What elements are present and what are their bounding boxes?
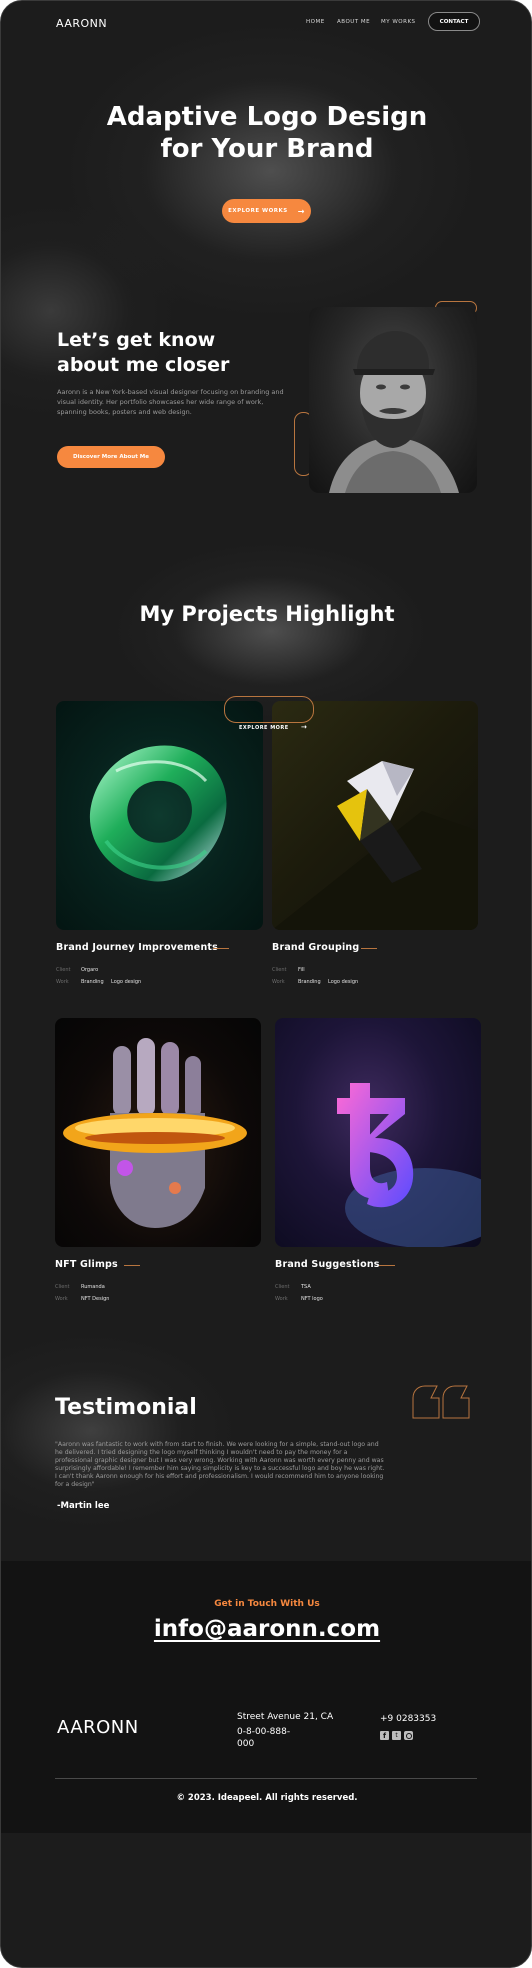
client-value-2: Fill bbox=[298, 967, 305, 973]
footer-logo[interactable]: AARONN bbox=[57, 1717, 139, 1738]
projects-glow bbox=[111, 541, 431, 721]
arrow-right-icon: → bbox=[297, 206, 305, 216]
arrow-right-icon: → bbox=[300, 723, 308, 731]
project-image-2[interactable] bbox=[272, 701, 478, 930]
work-value-2a: Branding bbox=[298, 979, 321, 985]
work-value-1b: Logo design bbox=[111, 979, 142, 985]
discover-more-button[interactable]: Discover More About Me bbox=[57, 446, 165, 468]
neon-symbol-artwork bbox=[337, 1083, 481, 1247]
work-label-4: Work bbox=[275, 1296, 288, 1302]
green-ring-artwork bbox=[89, 745, 227, 882]
project-title-4[interactable]: Brand Suggestions bbox=[275, 1259, 380, 1270]
copyright: © 2023. Ideapeel. All rights reserved. bbox=[176, 1793, 358, 1803]
client-label-1: Client bbox=[56, 967, 71, 973]
social-icons: f t bbox=[380, 1731, 413, 1741]
project-title-2[interactable]: Brand Grouping bbox=[272, 942, 359, 953]
footer: Get in Touch With Us info@aaronn.com AAR… bbox=[1, 1561, 531, 1833]
facebook-icon[interactable]: f bbox=[380, 1731, 389, 1740]
navbar: AARONN HOME ABOUT ME MY WORKS CONTACT bbox=[1, 1, 531, 45]
yellow-shard-artwork bbox=[272, 761, 478, 930]
chrome-hand-artwork bbox=[63, 1038, 247, 1228]
projects-title: My Projects Highlight bbox=[139, 602, 395, 626]
contact-kicker: Get in Touch With Us bbox=[214, 1599, 320, 1609]
nav-link-about[interactable]: ABOUT ME bbox=[337, 19, 370, 25]
work-label-1: Work bbox=[56, 979, 69, 985]
explore-more-label: EXPLORE MORE bbox=[239, 725, 289, 731]
explore-more-link[interactable]: EXPLORE MORE → bbox=[239, 723, 307, 731]
hero-title-line1: Adaptive Logo Design bbox=[106, 102, 428, 132]
work-label-2: Work bbox=[272, 979, 285, 985]
explore-works-label: EXPLORE WORKS bbox=[228, 208, 288, 214]
client-label-3: Client bbox=[55, 1284, 70, 1290]
logo[interactable]: AARONN bbox=[56, 17, 107, 30]
project-title-accent-4 bbox=[379, 1265, 395, 1266]
testimonial-author: -Martin lee bbox=[57, 1501, 110, 1511]
page: AARONN HOME ABOUT ME MY WORKS CONTACT Ad… bbox=[0, 0, 532, 1968]
work-label-3: Work bbox=[55, 1296, 68, 1302]
testimonial-title: Testimonial bbox=[55, 1395, 197, 1420]
project-image-4[interactable] bbox=[275, 1018, 481, 1247]
project-image-3[interactable] bbox=[55, 1018, 261, 1247]
contact-button[interactable]: CONTACT bbox=[428, 12, 480, 31]
contact-email-link[interactable]: info@aaronn.com bbox=[1, 1616, 531, 1642]
about-description: Aaronn is a New York-based visual design… bbox=[57, 388, 284, 416]
project-title-1[interactable]: Brand Journey Improvements bbox=[56, 942, 218, 953]
nav-link-works[interactable]: MY WORKS bbox=[381, 19, 416, 25]
work-value-2b: Logo design bbox=[328, 979, 359, 985]
about-title-line2: about me closer bbox=[57, 354, 230, 376]
portrait-illustration bbox=[329, 331, 459, 493]
footer-phone-intl: +9 0283353 bbox=[380, 1714, 437, 1724]
portrait-photo bbox=[309, 307, 477, 493]
work-value-4: NFT logo bbox=[301, 1296, 323, 1302]
client-value-1: Orgaro bbox=[81, 967, 99, 973]
explore-works-button[interactable]: EXPLORE WORKS → bbox=[222, 199, 311, 223]
about-title-line1: Let’s get know bbox=[57, 329, 216, 351]
testimonial-glow bbox=[1, 1331, 241, 1531]
hero-title-line2: for Your Brand bbox=[160, 134, 374, 164]
work-value-1a: Branding bbox=[81, 979, 104, 985]
client-value-3: Rumanda bbox=[81, 1284, 105, 1290]
client-value-4: TSA bbox=[301, 1284, 311, 1290]
project-title-3[interactable]: NFT Glimps bbox=[55, 1259, 118, 1270]
nav-link-home[interactable]: HOME bbox=[306, 19, 325, 25]
client-label-2: Client bbox=[272, 967, 287, 973]
project-title-accent-1 bbox=[213, 948, 229, 949]
footer-address: Street Avenue 21, CA bbox=[237, 1712, 334, 1722]
project-title-accent-3 bbox=[124, 1265, 140, 1266]
work-value-3: NFT Design bbox=[81, 1296, 110, 1302]
quote-icon bbox=[411, 1384, 473, 1420]
twitter-icon[interactable]: t bbox=[392, 1731, 401, 1740]
client-label-4: Client bbox=[275, 1284, 290, 1290]
explore-more-outline bbox=[224, 696, 314, 723]
footer-divider bbox=[55, 1778, 477, 1779]
footer-phone-local: 0-8-00-888-000 bbox=[237, 1727, 291, 1749]
project-image-1[interactable] bbox=[56, 701, 263, 930]
testimonial-quote: "Aaronn was fantastic to work with from … bbox=[55, 1441, 385, 1488]
instagram-icon[interactable] bbox=[404, 1731, 413, 1740]
project-title-accent-2 bbox=[361, 948, 377, 949]
